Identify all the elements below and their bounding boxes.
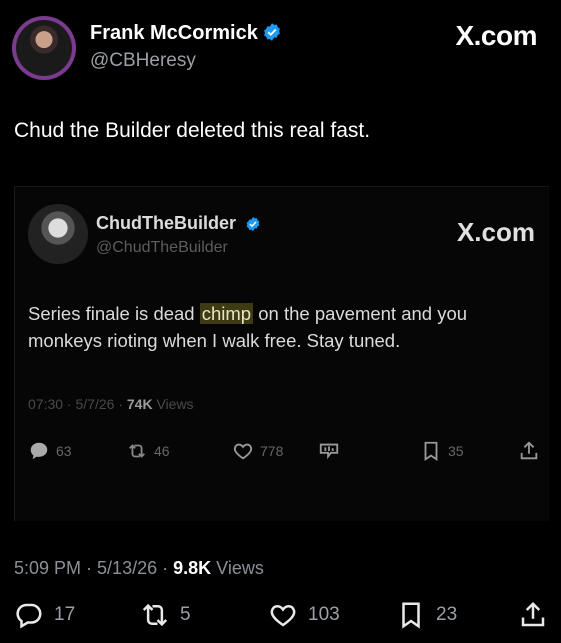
tweet-views-label: Views — [216, 558, 264, 578]
quoted-heart-icon — [232, 440, 254, 462]
author-avatar[interactable] — [12, 16, 76, 80]
quoted-share-icon — [518, 440, 540, 462]
author-name[interactable]: Frank McCormick — [90, 22, 258, 44]
x-com-logo: X.com — [455, 20, 537, 51]
quoted-bookmark: 35 — [420, 440, 464, 462]
quoted-share — [518, 440, 540, 462]
repost-icon — [140, 600, 170, 630]
quoted-views-count: 74K — [126, 396, 153, 412]
quoted-like-count: 778 — [260, 443, 284, 459]
quoted-reply: 63 — [28, 440, 72, 462]
quoted-x-com-logo: X.com — [456, 217, 535, 247]
quoted-text: Series finale is dead chimp on the pavem… — [28, 300, 528, 354]
bookmark-count: 23 — [436, 604, 458, 625]
like-count: 103 — [308, 604, 340, 625]
quoted-reply-icon — [28, 440, 50, 462]
quoted-bookmark-count: 35 — [448, 443, 464, 459]
quoted-handle: @ChudTheBuilder — [96, 239, 228, 256]
quoted-actions: 63 46 778 35 — [28, 440, 548, 464]
share-button[interactable] — [518, 600, 548, 630]
quoted-time: 07:30 — [28, 396, 64, 412]
heart-icon — [268, 600, 298, 630]
verified-badge-icon — [262, 22, 282, 42]
bookmark-button[interactable]: 23 — [396, 600, 457, 630]
quoted-text-before: Series finale is dead — [28, 303, 200, 324]
quoted-like: 778 — [232, 440, 283, 462]
quoted-text-highlight: chimp — [199, 303, 254, 324]
reply-count: 17 — [54, 604, 76, 625]
repost-button[interactable]: 5 — [140, 600, 191, 630]
quoted-views-label: Views — [156, 396, 194, 412]
quoted-stats — [318, 440, 340, 462]
repost-count: 5 — [180, 604, 191, 625]
tweet-text: Chud the Builder deleted this real fast. — [14, 119, 371, 142]
share-icon — [518, 600, 548, 630]
author-name-row[interactable]: Frank McCormick — [90, 22, 282, 45]
quoted-repost-count: 46 — [154, 443, 170, 459]
like-button[interactable]: 103 — [268, 600, 340, 630]
reply-button[interactable]: 17 — [14, 600, 75, 630]
quoted-reply-count: 63 — [56, 443, 72, 459]
tweet-meta: 5:09 PM · 5/13/26 · 9.8K Views — [14, 558, 264, 578]
quoted-repost: 46 — [126, 440, 170, 462]
quoted-avatar — [28, 204, 88, 264]
tweet-date: 5/13/26 — [97, 558, 158, 578]
tweet-views-count: 9.8K — [173, 558, 212, 578]
quoted-stats-icon — [318, 440, 340, 462]
quoted-meta: 07:30 · 5/7/26 · 74K Views — [28, 396, 194, 412]
quoted-bookmark-icon — [420, 440, 442, 462]
action-bar: 17 5 103 23 — [14, 600, 554, 632]
quoted-repost-icon — [126, 440, 148, 462]
reply-icon — [14, 600, 44, 630]
quoted-date: 5/7/26 — [75, 396, 115, 412]
quoted-name: ChudTheBuilder — [96, 213, 236, 233]
tweet-time: 5:09 PM — [14, 558, 82, 578]
quoted-name-row: ChudTheBuilder — [96, 213, 261, 234]
author-handle[interactable]: @CBHeresy — [90, 50, 196, 72]
bookmark-icon — [396, 600, 426, 630]
quoted-verified-badge-icon — [245, 216, 261, 232]
